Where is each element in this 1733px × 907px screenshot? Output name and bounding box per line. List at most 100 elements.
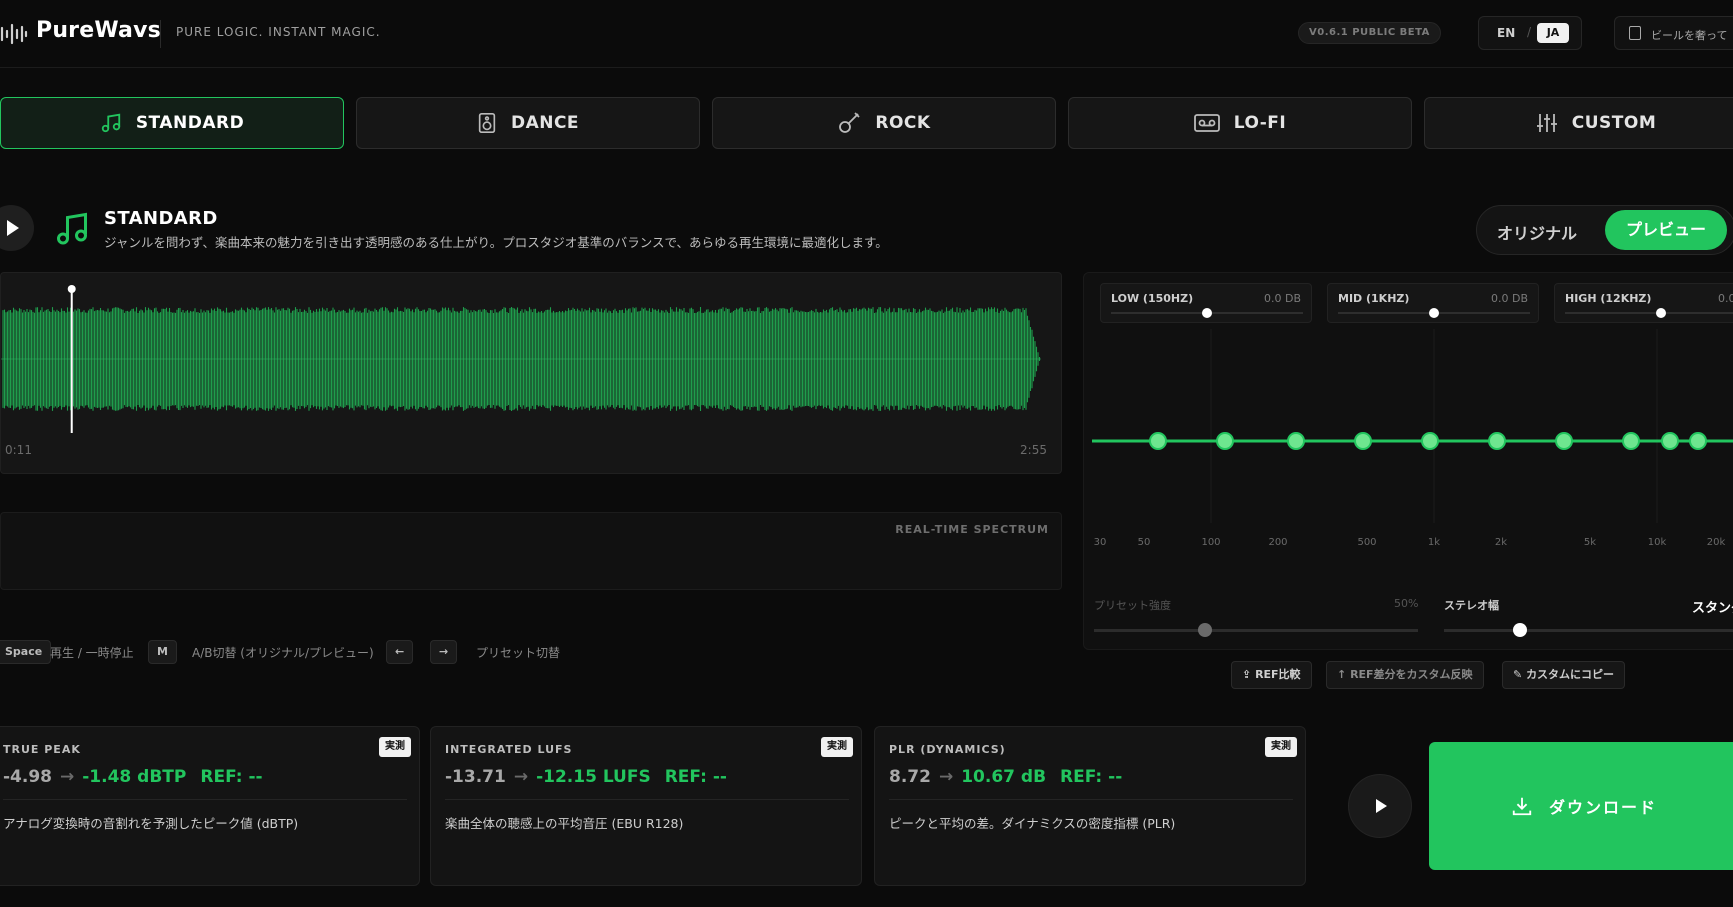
ab-toggle: オリジナル プレビュー — [1476, 205, 1733, 255]
tab-rock[interactable]: ROCK — [712, 97, 1056, 149]
eq-node[interactable] — [1421, 432, 1439, 450]
tab-dance[interactable]: DANCE — [356, 97, 700, 149]
play-button[interactable] — [0, 205, 34, 251]
copy-to-custom-button[interactable]: ✎ カスタムにコピー — [1502, 661, 1626, 689]
tab-standard[interactable]: STANDARD — [0, 97, 344, 149]
eq-node[interactable] — [1555, 432, 1573, 450]
tab-lofi[interactable]: LO-FI — [1068, 97, 1412, 149]
freq-label: 10k — [1647, 537, 1667, 548]
copy-to-custom-label: カスタムにコピー — [1526, 668, 1615, 681]
measured-badge: 実測 — [1265, 737, 1297, 757]
band-slider-knob[interactable] — [1202, 308, 1212, 318]
shortcut-key-m: M — [148, 640, 177, 664]
language-switch: EN / JA — [1478, 16, 1582, 50]
speaker-icon — [478, 113, 496, 133]
music-note-icon — [57, 212, 87, 245]
download-button[interactable]: ダウンロード — [1429, 742, 1733, 870]
tagline: PURE LOGIC. INSTANT MAGIC. — [176, 25, 381, 39]
card-divider — [445, 799, 849, 800]
lang-ja-button[interactable]: JA — [1537, 23, 1569, 43]
eq-node[interactable] — [1287, 432, 1305, 450]
band-slider-knob[interactable] — [1656, 308, 1666, 318]
stereo-width-knob[interactable] — [1513, 623, 1527, 637]
download-label: ダウンロード — [1548, 798, 1657, 817]
play-preview-button[interactable] — [1348, 774, 1412, 838]
ref-apply-diff-button[interactable]: ↑ REF差分をカスタム反映 — [1326, 661, 1484, 689]
arrow-up-icon: ↑ — [1337, 668, 1347, 681]
stereo-width-label: ステレオ幅 — [1444, 599, 1499, 612]
brand-name: PureWavs — [36, 18, 161, 43]
eq-node[interactable] — [1216, 432, 1234, 450]
eq-band-mid: MID (1KHZ) 0.0 DB — [1327, 283, 1539, 323]
lang-en-button[interactable]: EN — [1497, 26, 1515, 40]
download-icon — [1512, 797, 1532, 816]
shortcut-label-play: 再生 / 一時停止 — [50, 646, 134, 660]
metric-values: -4.98 → -1.48 dBTP REF: -- — [3, 767, 263, 787]
tab-label: LO-FI — [1233, 113, 1287, 133]
band-value: 0.0 DB — [1717, 292, 1733, 305]
metric-description: ピークと平均の差。ダイナミクスの密度指標 (PLR) — [889, 816, 1176, 831]
metric-values: -13.71 → -12.15 LUFS REF: -- — [445, 767, 727, 787]
preset-strength-knob[interactable] — [1198, 623, 1212, 637]
card-divider — [889, 799, 1293, 800]
band-slider-knob[interactable] — [1429, 308, 1439, 318]
metric-card-plr: PLR (DYNAMICS) 実測 8.72 → 10.67 dB REF: -- ピ… — [874, 726, 1306, 886]
metric-title: TRUE PEAK — [3, 743, 81, 756]
version-badge: V0.6.1 PUBLIC BETA — [1298, 22, 1441, 44]
preset-strength-value: 50% — [1394, 597, 1419, 610]
ref-apply-diff-label: REF差分をカスタム反映 — [1350, 668, 1473, 681]
shortcut-label-ab: A/B切替 (オリジナル/プレビュー) — [192, 646, 374, 660]
freq-label: 20k — [1706, 537, 1726, 548]
metric-new: 10.67 dB — [961, 767, 1047, 787]
waveform-display[interactable] — [1, 273, 1062, 474]
preset-title: STANDARD — [104, 208, 218, 229]
metric-description: 楽曲全体の聴感上の平均音圧 (EBU R128) — [445, 816, 684, 831]
spectrum-label: REAL-TIME SPECTRUM — [895, 523, 1049, 536]
freq-label: 5k — [1583, 537, 1597, 548]
shortcut-key-right: → — [430, 640, 458, 664]
metric-original: 8.72 — [889, 767, 931, 787]
eq-node[interactable] — [1661, 432, 1679, 450]
band-name: HIGH (12KHZ) — [1565, 292, 1652, 305]
ab-preview-button[interactable]: プレビュー — [1605, 210, 1727, 250]
ref-compare-label: REF比較 — [1255, 668, 1301, 681]
tab-label: DANCE — [510, 113, 580, 133]
eq-node[interactable] — [1354, 432, 1372, 450]
preset-strength-track[interactable] — [1094, 629, 1418, 632]
stereo-width-track[interactable] — [1444, 629, 1733, 632]
metric-original: -13.71 — [445, 767, 506, 787]
cassette-icon — [1193, 114, 1220, 132]
logo-waveform-icon — [0, 23, 28, 45]
freq-label: 1k — [1427, 537, 1441, 548]
header-divider — [160, 20, 161, 48]
band-slider-track[interactable] — [1565, 312, 1733, 314]
metric-title: INTEGRATED LUFS — [445, 743, 573, 756]
playhead-knob[interactable] — [67, 285, 76, 293]
ab-original-button[interactable]: オリジナル — [1497, 220, 1577, 244]
freq-label: 50 — [1137, 537, 1151, 548]
freq-label: 200 — [1268, 537, 1288, 548]
tab-label: ROCK — [875, 113, 931, 133]
tab-label: CUSTOM — [1571, 113, 1657, 133]
metric-card-lufs: INTEGRATED LUFS 実測 -13.71 → -12.15 LUFS REF… — [430, 726, 862, 886]
arrow-right-icon: → — [938, 767, 954, 787]
support-button[interactable]: ビールを奢って — [1614, 16, 1733, 50]
eq-node[interactable] — [1622, 432, 1640, 450]
shortcut-label-preset: プリセット切替 — [476, 646, 561, 660]
lang-separator: / — [1527, 25, 1532, 39]
waveform-panel[interactable]: 0:11 2:55 — [0, 272, 1062, 474]
metric-new: -1.48 dBTP — [82, 767, 187, 787]
eq-node[interactable] — [1149, 432, 1167, 450]
measured-badge: 実測 — [821, 737, 853, 757]
preset-strength-label: プリセット強度 — [1094, 599, 1171, 612]
tab-custom[interactable]: CUSTOM — [1424, 97, 1733, 149]
arrow-right-icon: → — [513, 767, 529, 787]
eq-node[interactable] — [1689, 432, 1707, 450]
stereo-width-value: スタンダード — [1692, 601, 1733, 616]
eq-node[interactable] — [1488, 432, 1506, 450]
band-value: 0.0 DB — [1263, 292, 1301, 305]
guitar-icon — [839, 112, 861, 133]
ref-compare-button[interactable]: ⇪ REF比較 — [1231, 661, 1312, 689]
freq-label: 30 — [1093, 537, 1107, 548]
metric-card-true-peak: TRUE PEAK 実測 -4.98 → -1.48 dBTP REF: -- アナロ… — [0, 726, 420, 886]
